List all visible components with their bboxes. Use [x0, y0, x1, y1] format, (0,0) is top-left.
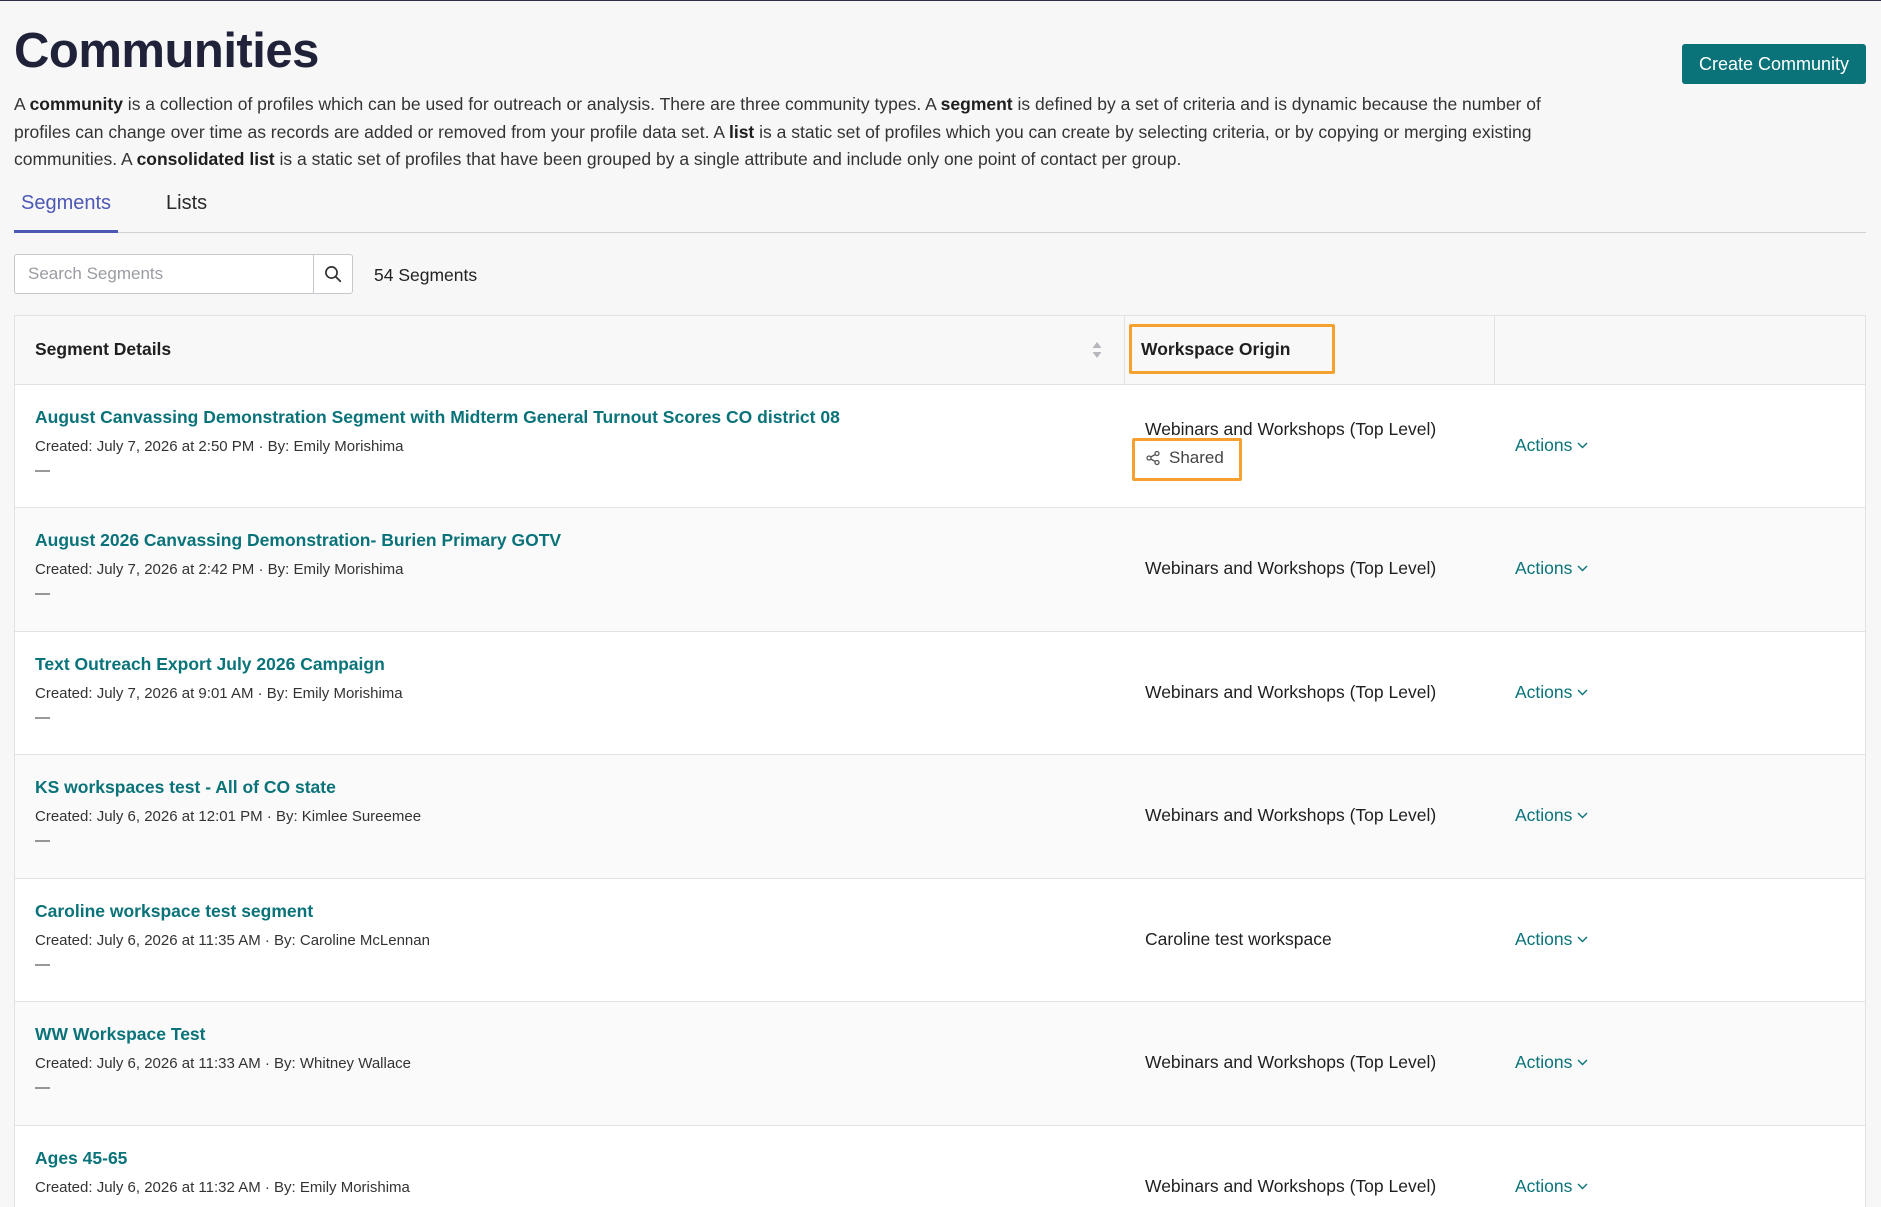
table-row: Text Outreach Export July 2026 Campaign … — [15, 632, 1865, 755]
chevron-down-icon — [1577, 442, 1588, 448]
segment-description: — — [35, 461, 50, 479]
header-segment-details[interactable]: Segment Details — [35, 316, 1120, 384]
shared-label: Shared — [1169, 447, 1224, 467]
workspace-origin: Webinars and Workshops (Top Level) — [1145, 805, 1437, 825]
segment-description: — — [35, 832, 50, 849]
search-box — [14, 253, 353, 294]
shared-badge: Shared — [1145, 448, 1224, 468]
actions-label: Actions — [1515, 681, 1573, 702]
segment-name-link[interactable]: Ages 45-65 — [35, 1148, 127, 1169]
tab-segments[interactable]: Segments — [14, 188, 119, 233]
table-row: Ages 45-65 Created: July 6, 2026 at 11:3… — [15, 1126, 1865, 1207]
actions-dropdown[interactable]: Actions — [1515, 1176, 1588, 1197]
segment-meta: Created: July 7, 2026 at 9:01 AM · By: E… — [35, 684, 403, 702]
actions-label: Actions — [1515, 1175, 1573, 1196]
workspace-origin: Webinars and Workshops (Top Level) — [1145, 1175, 1437, 1196]
segment-meta: Created: July 7, 2026 at 2:50 PM · By: E… — [35, 437, 404, 455]
segment-name-link[interactable]: KS workspaces test - All of CO state — [35, 777, 336, 798]
workspace-origin: Webinars and Workshops (Top Level) — [1145, 681, 1437, 702]
chevron-down-icon — [1577, 812, 1588, 819]
actions-label: Actions — [1515, 805, 1573, 825]
table-row: WW Workspace Test Created: July 6, 2026 … — [15, 1002, 1865, 1126]
segment-count: 54 Segments — [374, 264, 478, 285]
segment-meta: Created: July 6, 2026 at 12:01 PM · By: … — [35, 808, 422, 825]
actions-dropdown[interactable]: Actions — [1515, 1052, 1588, 1073]
workspace-origin: Webinars and Workshops (Top Level) — [1145, 418, 1437, 439]
table-body: August Canvassing Demonstration Segment … — [15, 385, 1865, 1207]
actions-label: Actions — [1515, 558, 1573, 578]
search-button[interactable] — [313, 254, 352, 293]
actions-dropdown[interactable]: Actions — [1515, 929, 1588, 950]
chevron-down-icon — [1577, 936, 1588, 942]
segment-description: — — [35, 1203, 50, 1207]
sort-icon[interactable] — [1091, 340, 1103, 360]
tab-lists[interactable]: Lists — [166, 188, 207, 233]
actions-label: Actions — [1515, 928, 1573, 949]
actions-label: Actions — [1515, 434, 1573, 455]
segment-name-link[interactable]: August Canvassing Demonstration Segment … — [35, 407, 840, 428]
segment-meta: Created: July 6, 2026 at 11:35 AM · By: … — [35, 931, 430, 949]
communities-page: Communities Create Community A community… — [14, 1, 1866, 1207]
table-row: Caroline workspace test segment Created:… — [15, 879, 1865, 1002]
segment-name-link[interactable]: Caroline workspace test segment — [35, 901, 313, 922]
segment-meta: Created: July 6, 2026 at 11:32 AM · By: … — [35, 1178, 410, 1196]
actions-dropdown[interactable]: Actions — [1515, 435, 1588, 456]
segment-description: — — [35, 1079, 50, 1096]
header-workspace-origin: Workspace Origin — [1141, 339, 1291, 359]
column-separator — [1124, 315, 1125, 384]
table-row: August 2026 Canvassing Demonstration- Bu… — [15, 508, 1865, 632]
chevron-down-icon — [1577, 565, 1588, 572]
search-input[interactable] — [15, 254, 314, 293]
segment-name-link[interactable]: August 2026 Canvassing Demonstration- Bu… — [35, 530, 561, 551]
table-row: August Canvassing Demonstration Segment … — [15, 385, 1865, 508]
segment-name-link[interactable]: WW Workspace Test — [35, 1024, 206, 1045]
page-header: Communities Create Community — [14, 1, 1866, 91]
segment-description: — — [35, 708, 50, 726]
page-title: Communities — [14, 24, 319, 78]
actions-dropdown[interactable]: Actions — [1515, 805, 1588, 826]
share-icon — [1146, 450, 1160, 465]
chevron-down-icon — [1577, 1059, 1588, 1066]
workspace-origin: Caroline test workspace — [1145, 928, 1332, 949]
create-community-button[interactable]: Create Community — [1682, 44, 1866, 84]
segments-table: Segment Details Workspace Origin August … — [14, 314, 1866, 1207]
actions-dropdown[interactable]: Actions — [1515, 682, 1588, 703]
segment-meta: Created: July 6, 2026 at 11:33 AM · By: … — [35, 1055, 412, 1072]
actions-label: Actions — [1515, 1052, 1573, 1072]
search-icon — [325, 265, 342, 282]
segment-name-link[interactable]: Text Outreach Export July 2026 Campaign — [35, 654, 385, 675]
column-separator — [1494, 315, 1495, 384]
segments-toolbar: 54 Segments — [14, 233, 1866, 315]
segment-meta: Created: July 7, 2026 at 2:42 PM · By: E… — [35, 561, 404, 578]
table-row: KS workspaces test - All of CO state Cre… — [15, 755, 1865, 879]
chevron-down-icon — [1577, 689, 1588, 695]
page-description: A community is a collection of profiles … — [14, 94, 1541, 169]
table-header: Segment Details Workspace Origin — [15, 315, 1865, 385]
segment-description: — — [35, 585, 50, 602]
workspace-origin: Webinars and Workshops (Top Level) — [1145, 1052, 1437, 1072]
actions-dropdown[interactable]: Actions — [1515, 558, 1588, 579]
workspace-origin: Webinars and Workshops (Top Level) — [1145, 558, 1437, 578]
segment-description: — — [35, 955, 50, 973]
chevron-down-icon — [1577, 1183, 1588, 1189]
community-tabs: Segments Lists — [14, 188, 1866, 233]
